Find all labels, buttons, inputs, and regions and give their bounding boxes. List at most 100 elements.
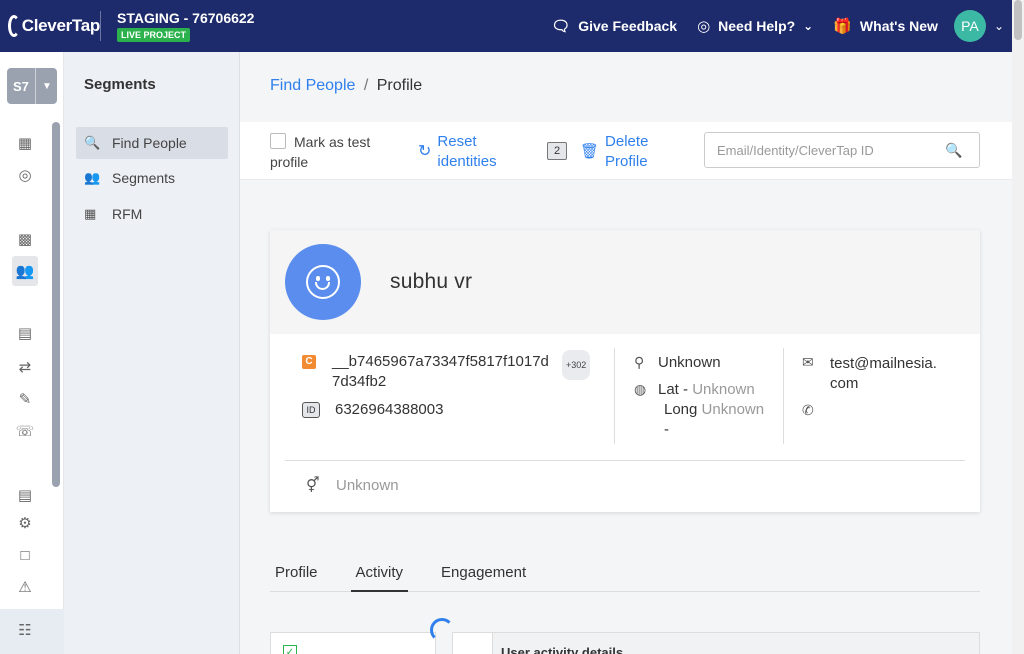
delete-profile-button[interactable]: 🗑 Delete Profile <box>580 132 655 172</box>
top-right-actions: 🗨 Give Feedback ◎ Need Help? ⌄ 🎁 What's … <box>531 10 1012 42</box>
dashboard-icon[interactable]: ▦ <box>12 130 38 156</box>
tab-activity[interactable]: Activity <box>350 560 409 592</box>
subnav-item-label: Find People <box>112 135 187 151</box>
bookmark-icon[interactable]: □ <box>12 542 38 568</box>
project-name: STAGING - 76706622 <box>117 10 255 26</box>
search-input[interactable] <box>705 142 941 158</box>
project-switcher[interactable]: S7 ▼ <box>7 68 57 104</box>
need-help-button[interactable]: ◎ Need Help? ⌄ <box>697 17 813 35</box>
profile-tabs: Profile Activity Engagement <box>270 560 980 592</box>
profile-search: 🔍 <box>704 132 980 168</box>
search-icon[interactable]: 🔍 <box>945 142 962 159</box>
phone-icon: ✆ <box>802 402 814 418</box>
messages-icon[interactable]: ▤ <box>12 320 38 346</box>
grid-icon: ▦ <box>84 206 97 221</box>
settings-icon[interactable]: ⚙ <box>12 510 38 536</box>
check-icon[interactable]: ✓ <box>283 645 297 654</box>
mark-test-profile-checkbox[interactable]: Mark as test profile <box>270 132 400 172</box>
profile-name: subhu vr <box>390 270 473 293</box>
checkbox-box[interactable] <box>270 133 286 149</box>
clevertap-c-icon: C <box>302 355 316 369</box>
give-feedback-button[interactable]: 🗨 Give Feedback <box>551 17 677 35</box>
loading-spinner <box>430 618 454 642</box>
support-icon[interactable]: ☏ <box>12 418 38 444</box>
chevron-down-icon[interactable]: ⌄ <box>994 19 1004 33</box>
main-content: Find People / Profile Mark as test profi… <box>240 52 1012 654</box>
card-divider <box>285 460 965 461</box>
column-divider <box>783 348 784 444</box>
long-value: Unknown <box>701 401 765 418</box>
gender-row: ⚥ Unknown <box>306 476 399 494</box>
chevron-down-icon: ▼ <box>35 68 52 104</box>
count-badge: 2 <box>547 142 567 160</box>
long-label: Long <box>664 401 698 418</box>
clevertap-id-row: C __b7465967a73347f5817f1017d7d34fb2 +30… <box>302 350 592 392</box>
more-ids-badge[interactable]: +302 <box>562 350 591 380</box>
sitemap-icon[interactable]: ☷ <box>12 617 38 643</box>
clevertap-logo[interactable]: CleverTap <box>0 11 101 41</box>
lat-label: Lat - <box>658 381 689 398</box>
target-icon[interactable]: ◎ <box>12 162 38 188</box>
identity-column: C __b7465967a73347f5817f1017d7d34fb2 +30… <box>302 350 592 420</box>
breadcrumb-separator: / <box>363 77 369 94</box>
rail-scrollbar[interactable] <box>52 122 60 487</box>
location-column: ⚲ Unknown ◍ Lat - Unknown Long Unknown - <box>634 354 784 440</box>
journeys-icon[interactable]: ⇄ <box>12 354 38 380</box>
activity-details-panel: User activity details <box>452 632 980 654</box>
gender-icon: ⚥ <box>306 477 320 494</box>
catalog-icon[interactable]: ▤ <box>12 482 38 508</box>
envelope-icon: ✉ <box>802 354 814 370</box>
smiley-icon <box>306 265 340 299</box>
page-scrollbar[interactable] <box>1012 0 1024 654</box>
email-value: test@mailnesia.com <box>830 355 937 392</box>
activity-filter-panel: ✓ <box>270 632 436 654</box>
tab-profile[interactable]: Profile <box>270 560 323 592</box>
reset-identities-button[interactable]: ↻ Reset identities <box>418 132 507 172</box>
top-bar: CleverTap STAGING - 76706622 LIVE PROJEC… <box>0 0 1012 52</box>
campaign-icon[interactable]: ✎ <box>12 386 38 412</box>
identity-value: 6326964388003 <box>335 401 444 418</box>
chevron-down-icon: ⌄ <box>803 19 814 33</box>
column-divider <box>614 348 615 444</box>
chat-bubble-icon: 🗨 <box>551 18 571 35</box>
live-project-badge: LIVE PROJECT <box>117 28 191 42</box>
long-suffix: - <box>664 421 669 438</box>
activity-icon <box>453 633 493 654</box>
warning-icon[interactable]: ⚠ <box>12 574 38 600</box>
whats-new-button[interactable]: 🎁 What's New <box>833 17 938 35</box>
map-pin-icon: ⚲ <box>634 354 645 370</box>
gender-value: Unknown <box>336 477 399 494</box>
people-icon[interactable]: 👥 <box>12 256 38 286</box>
rail-footer: ☷ <box>0 609 64 654</box>
subnav-item-find-people[interactable]: 🔍 Find People <box>76 127 228 159</box>
icon-rail: S7 ▼ ▦ ◎ ▩ 👥 ▤ ⇄ ✎ ☏ ▤ ⚙ □ ⚠ ☷ <box>0 52 64 654</box>
page-scrollbar-thumb[interactable] <box>1014 0 1022 40</box>
contact-column: ✉ test@mailnesia.com ✆ <box>802 354 952 419</box>
trash-icon: 🗑 <box>580 143 600 160</box>
email-row: ✉ test@mailnesia.com <box>802 354 952 394</box>
breadcrumb-find-people[interactable]: Find People <box>270 77 355 94</box>
lifebuoy-icon: ◎ <box>697 18 711 35</box>
compass-icon: ◍ <box>634 381 647 397</box>
user-avatar[interactable]: PA <box>953 10 986 42</box>
feedback-label: Give Feedback <box>578 18 678 34</box>
phone-row: ✆ <box>802 402 952 419</box>
profile-card-header: subhu vr <box>270 230 980 334</box>
lat-value: Unknown <box>692 381 755 398</box>
profile-card: subhu vr C __b7465967a73347f5817f1017d7d… <box>270 230 980 512</box>
subnav-item-segments[interactable]: 👥 Segments <box>76 162 228 194</box>
analytics-icon[interactable]: ▩ <box>12 226 38 252</box>
logo-icon <box>8 15 20 37</box>
tab-engagement[interactable]: Engagement <box>436 560 531 592</box>
subnav-item-label: Segments <box>112 170 176 186</box>
subnav-item-label: RFM <box>112 206 143 222</box>
users-icon: 👥 <box>84 170 101 185</box>
id-icon: ID <box>302 402 320 418</box>
search-person-icon: 🔍 <box>84 135 101 150</box>
logo-text: CleverTap <box>21 16 101 35</box>
subnav-item-rfm[interactable]: ▦ RFM <box>76 198 228 230</box>
reset-label: Reset identities <box>437 133 497 170</box>
gift-icon: 🎁 <box>833 18 852 35</box>
whats-new-label: What's New <box>859 18 938 34</box>
clevertap-id: __b7465967a73347f5817f1017d7d34fb2 <box>332 353 549 390</box>
